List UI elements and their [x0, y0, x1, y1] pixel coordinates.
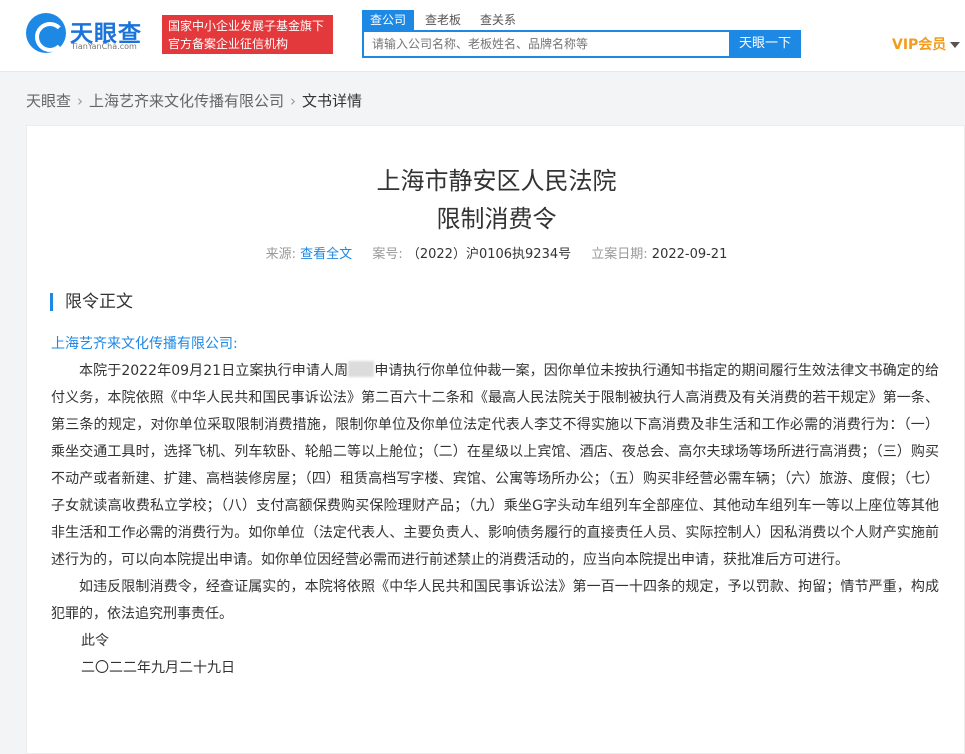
document-body: 上海艺齐来文化传播有限公司: 本院于2022年09月21日立案执行申请人周 申请执… [51, 331, 939, 682]
top-navbar: 天眼查 TianYanCha.com 国家中小企业发展子基金旗下 官方备案企业征… [0, 0, 965, 72]
breadcrumb-current: 文书详情 [302, 92, 363, 110]
logo-eye-icon [26, 13, 66, 53]
view-full-text-link[interactable]: 查看全文 [300, 247, 352, 262]
search-input[interactable] [362, 30, 729, 58]
document-meta: 来源: 查看全文 案号: （2022）沪0106执9234号 立案日期: 202… [27, 243, 965, 262]
chevron-down-icon [950, 42, 961, 48]
logo-domain: TianYanCha.com [71, 42, 137, 51]
source-label: 来源: [265, 247, 297, 262]
tab-search-company[interactable]: 查公司 [362, 10, 415, 30]
official-badge: 国家中小企业发展子基金旗下 官方备案企业征信机构 [162, 15, 333, 54]
case-no-label: 案号: [372, 247, 403, 262]
paragraph-1-rest: 申请执行你单位仲裁一案，因你单位未按执行通知书指定的期间履行生效法律文书确定的给… [51, 363, 939, 568]
search-button[interactable]: 天眼一下 [729, 30, 801, 58]
breadcrumb-company[interactable]: 上海艺齐来文化传播有限公司 [89, 92, 284, 110]
breadcrumb-home[interactable]: 天眼查 [26, 92, 71, 110]
document-card: 上海市静安区人民法院 限制消费令 来源: 查看全文 案号: （2022）沪010… [26, 125, 965, 754]
section-title: 限令正文 [50, 293, 133, 311]
badge-line-1: 国家中小企业发展子基金旗下 [168, 19, 325, 33]
chevron-right-icon: › [77, 92, 84, 110]
vip-member-menu[interactable]: VIP会员 [892, 34, 961, 54]
document-title: 限制消费令 [436, 205, 557, 233]
redacted-name [348, 361, 375, 377]
paragraph-2: 如违反限制消费令，经查证属实的，本院将依照《中华人民共和国民事诉讼法》第一百一十… [51, 579, 939, 622]
date-line: 二〇二二年九月二十九日 [81, 660, 235, 676]
addressee-company-link[interactable]: 上海艺齐来文化传播有限公司: [51, 331, 939, 358]
court-name: 上海市静安区人民法院 [376, 167, 617, 195]
case-no: （2022）沪0106执9234号 [406, 247, 572, 262]
tab-search-relation[interactable]: 查关系 [472, 10, 524, 30]
filed-date-label: 立案日期: [591, 247, 648, 262]
chevron-right-icon: › [290, 92, 297, 110]
paragraph-1: 本院于2022年09月21日立案执行申请人周 申请执行你单位仲裁一案，因你单位未按… [51, 358, 939, 574]
paragraph-1-start: 本院于2022年09月21日立案执行申请人周 [79, 363, 349, 379]
closing-line: 此令 [81, 633, 109, 649]
vip-label: VIP会员 [892, 37, 947, 53]
tianyancha-logo[interactable]: 天眼查 TianYanCha.com [26, 13, 152, 55]
tab-search-boss[interactable]: 查老板 [417, 10, 469, 30]
breadcrumb: 天眼查 › 上海艺齐来文化传播有限公司 › 文书详情 [26, 90, 362, 111]
filed-date: 2022-09-21 [651, 247, 728, 262]
badge-line-2: 官方备案企业征信机构 [168, 37, 289, 51]
